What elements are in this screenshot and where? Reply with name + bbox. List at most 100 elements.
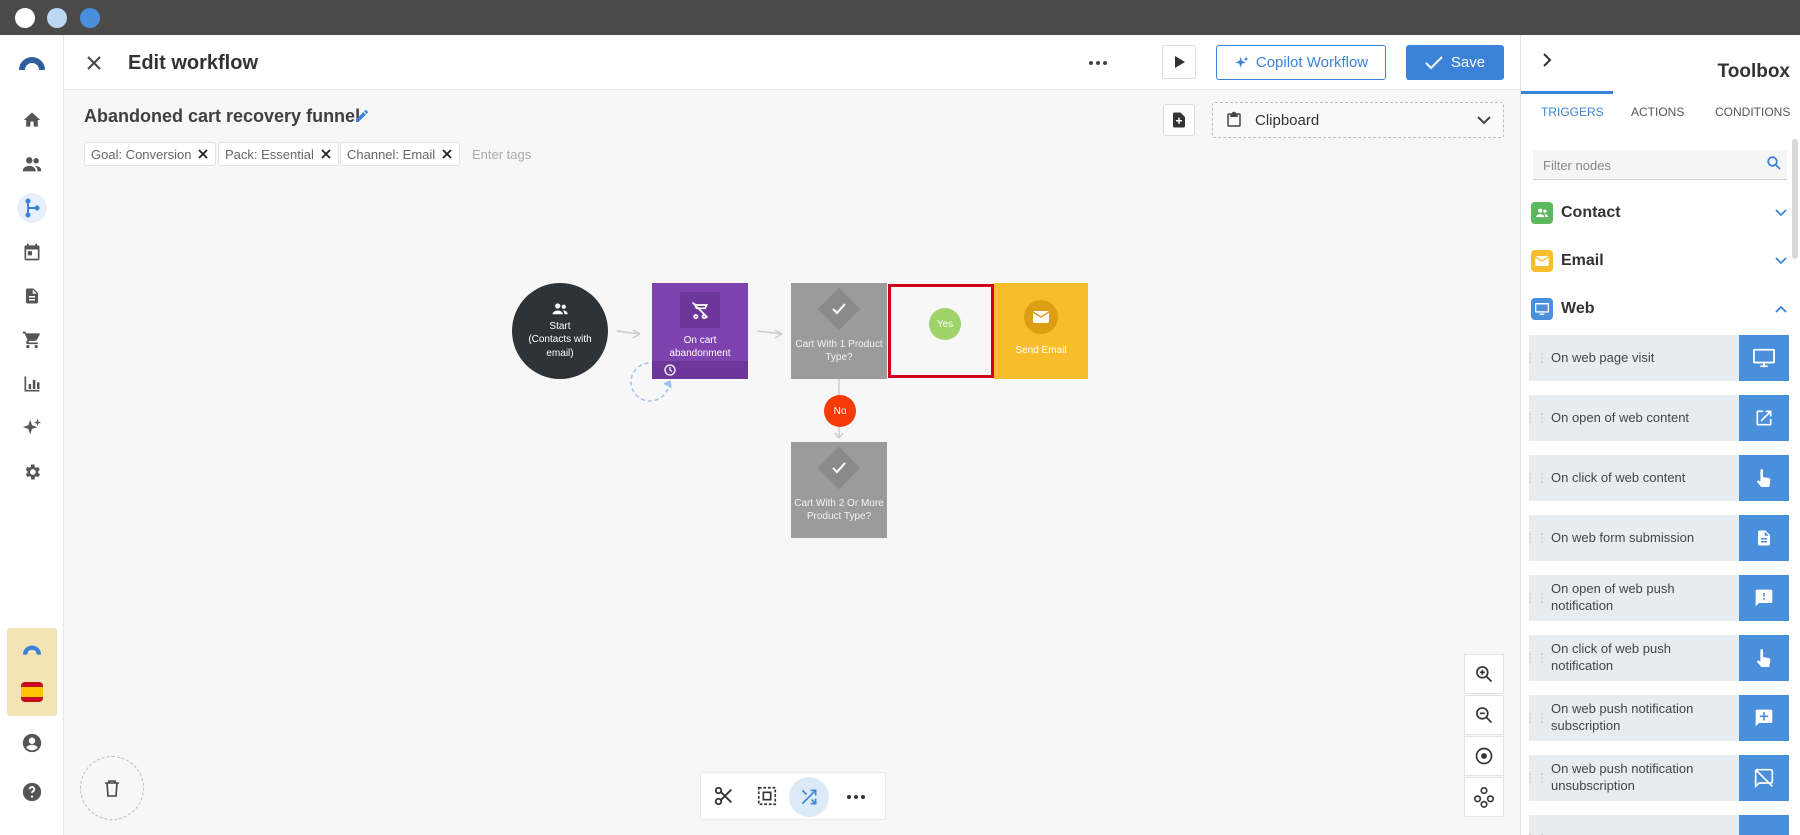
save-label: Save — [1450, 54, 1486, 71]
auto-layout-button[interactable] — [1464, 777, 1504, 817]
zoom-out-button[interactable] — [1464, 695, 1504, 735]
category-email-label: Email — [1561, 252, 1604, 269]
partial-item-icon — [1739, 815, 1789, 835]
toolbox-scrollbar[interactable] — [1792, 139, 1798, 259]
shuffle-connect-icon[interactable] — [789, 777, 829, 817]
group-icon — [552, 303, 568, 314]
email-envelope-icon — [1024, 300, 1058, 335]
chevron-down-icon — [1775, 257, 1787, 265]
help-icon[interactable] — [17, 777, 47, 807]
yes-branch-badge[interactable]: Yes — [929, 308, 961, 340]
target-icon — [1475, 747, 1493, 765]
spain-flag-icon — [21, 682, 43, 702]
drag-handle-icon[interactable]: ⋮⋮ — [1524, 711, 1548, 725]
toolbox-title: Toolbox — [1717, 61, 1790, 82]
pointer-click-icon — [1739, 635, 1789, 681]
copilot-workflow-button[interactable]: Copilot Workflow — [1216, 45, 1386, 80]
toolbox-item-web-push-unsubscription[interactable]: ⋮⋮ On web push notification unsubscripti… — [1524, 755, 1789, 801]
start-node-label: Start (Contacts with email) — [528, 320, 592, 359]
category-web[interactable]: Web — [1531, 295, 1787, 323]
select-all-icon[interactable] — [756, 785, 778, 812]
drag-handle-icon[interactable]: ⋮⋮ — [1524, 831, 1548, 835]
toolbox-item-open-web-content[interactable]: ⋮⋮ On open of web content — [1524, 395, 1789, 441]
copilot-workflow-label: Copilot Workflow — [1255, 54, 1369, 71]
open-external-icon — [1739, 395, 1789, 441]
yes-label: Yes — [936, 318, 954, 330]
toolbox-item-label: On click of web content — [1551, 469, 1686, 485]
category-email[interactable]: Email — [1531, 247, 1787, 275]
form-document-icon — [1739, 515, 1789, 561]
run-workflow-button[interactable] — [1162, 45, 1196, 79]
message-off-icon — [1739, 755, 1789, 801]
toolbox-item-partial[interactable]: ⋮⋮ — [1524, 815, 1789, 835]
message-add-icon — [1739, 695, 1789, 741]
drag-handle-icon[interactable]: ⋮⋮ — [1524, 651, 1548, 665]
play-icon — [1175, 56, 1185, 68]
sparkle-icon — [1235, 55, 1249, 68]
connector-lines — [616, 324, 985, 439]
toolbox-item-click-web-content[interactable]: ⋮⋮ On click of web content — [1524, 455, 1789, 501]
category-contact[interactable]: Contact — [1531, 199, 1787, 227]
clipboard-icon — [1227, 111, 1241, 127]
toolbox-item-open-web-push[interactable]: ⋮⋮ On open of web push notification — [1524, 575, 1789, 621]
drag-handle-icon[interactable]: ⋮⋮ — [1524, 471, 1548, 485]
category-web-label: Web — [1561, 300, 1595, 317]
drag-handle-icon[interactable]: ⋮⋮ — [1524, 771, 1548, 785]
zoom-out-icon — [1476, 707, 1493, 724]
save-button[interactable]: Save — [1406, 45, 1504, 80]
toolbox-item-web-form-submission[interactable]: ⋮⋮ On web form submission — [1524, 515, 1789, 561]
drag-handle-icon[interactable]: ⋮⋮ — [1524, 411, 1548, 425]
toolbox-item-web-push-subscription[interactable]: ⋮⋮ On web push notification subscription — [1524, 695, 1789, 741]
drag-handle-icon[interactable]: ⋮⋮ — [1524, 531, 1548, 545]
alert-message-icon — [1739, 575, 1789, 621]
note-add-icon — [1173, 112, 1185, 128]
user-account-icon[interactable] — [17, 728, 47, 758]
tab-conditions[interactable]: CONDITIONS — [1715, 105, 1790, 119]
more-tools-icon[interactable] — [847, 795, 865, 799]
drag-handle-icon[interactable]: ⋮⋮ — [1524, 591, 1548, 605]
toolbox-panel: Toolbox TRIGGERS ACTIONS CONDITIONS Filt… — [1520, 35, 1800, 835]
condition-node-multiple-products[interactable]: Cart With 2 Or More Product Type? — [791, 442, 887, 538]
zoom-in-icon — [1476, 666, 1493, 683]
zoom-in-button[interactable] — [1464, 654, 1504, 694]
toolbox-item-label: On web form submission — [1551, 529, 1695, 545]
toolbox-item-click-web-push[interactable]: ⋮⋮ On click of web push notification — [1524, 635, 1789, 681]
cut-icon[interactable] — [713, 785, 735, 812]
condition-node-one-product[interactable]: Cart With 1 Product Type? — [791, 283, 887, 379]
drag-handle-icon[interactable]: ⋮⋮ — [1524, 351, 1548, 365]
check-icon — [1425, 55, 1443, 69]
pointer-click-icon — [1739, 455, 1789, 501]
delete-drop-zone[interactable] — [80, 756, 144, 820]
bottom-toolbar — [700, 772, 886, 820]
condition-two-label: Cart With 2 Or More Product Type? — [794, 497, 884, 523]
no-label: No — [833, 405, 847, 417]
send-email-node[interactable]: Send Email — [994, 283, 1088, 379]
send-email-label: Send Email — [1015, 345, 1067, 357]
cart-abandonment-trigger-node[interactable]: On cart abandonment — [652, 283, 748, 379]
toolbox-item-label: On open of web push notification — [1551, 581, 1675, 613]
active-tab-indicator — [1521, 91, 1613, 94]
no-branch-badge[interactable]: No — [824, 395, 856, 427]
toolbox-item-label: On click of web push notification — [1551, 641, 1671, 673]
collapse-panel-icon[interactable] — [1541, 53, 1553, 72]
monitor-icon — [1739, 335, 1789, 381]
trash-icon — [105, 780, 119, 797]
condition-check-icon — [817, 287, 861, 330]
chevron-down-icon — [1775, 209, 1787, 217]
web-category-icon — [1531, 298, 1553, 320]
filter-nodes-input[interactable]: Filter nodes — [1533, 150, 1787, 180]
condition-check-icon — [817, 446, 861, 489]
brand-logo-icon — [20, 642, 44, 661]
category-contact-label: Contact — [1561, 204, 1621, 221]
center-view-button[interactable] — [1464, 736, 1504, 776]
trigger-node-label: On cart abandonment — [669, 334, 731, 360]
clipboard-dropdown[interactable]: Clipboard — [1212, 102, 1504, 138]
start-node[interactable]: Start (Contacts with email) — [512, 283, 608, 379]
toolbox-item-label: On open of web content — [1551, 409, 1690, 425]
tab-actions[interactable]: ACTIONS — [1631, 105, 1684, 119]
contact-category-icon — [1531, 202, 1553, 224]
tab-triggers[interactable]: TRIGGERS — [1541, 105, 1604, 119]
toolbox-item-web-page-visit[interactable]: ⋮⋮ On web page visit — [1524, 335, 1789, 381]
account-brand-card[interactable] — [7, 628, 57, 716]
add-note-button[interactable] — [1163, 104, 1195, 136]
